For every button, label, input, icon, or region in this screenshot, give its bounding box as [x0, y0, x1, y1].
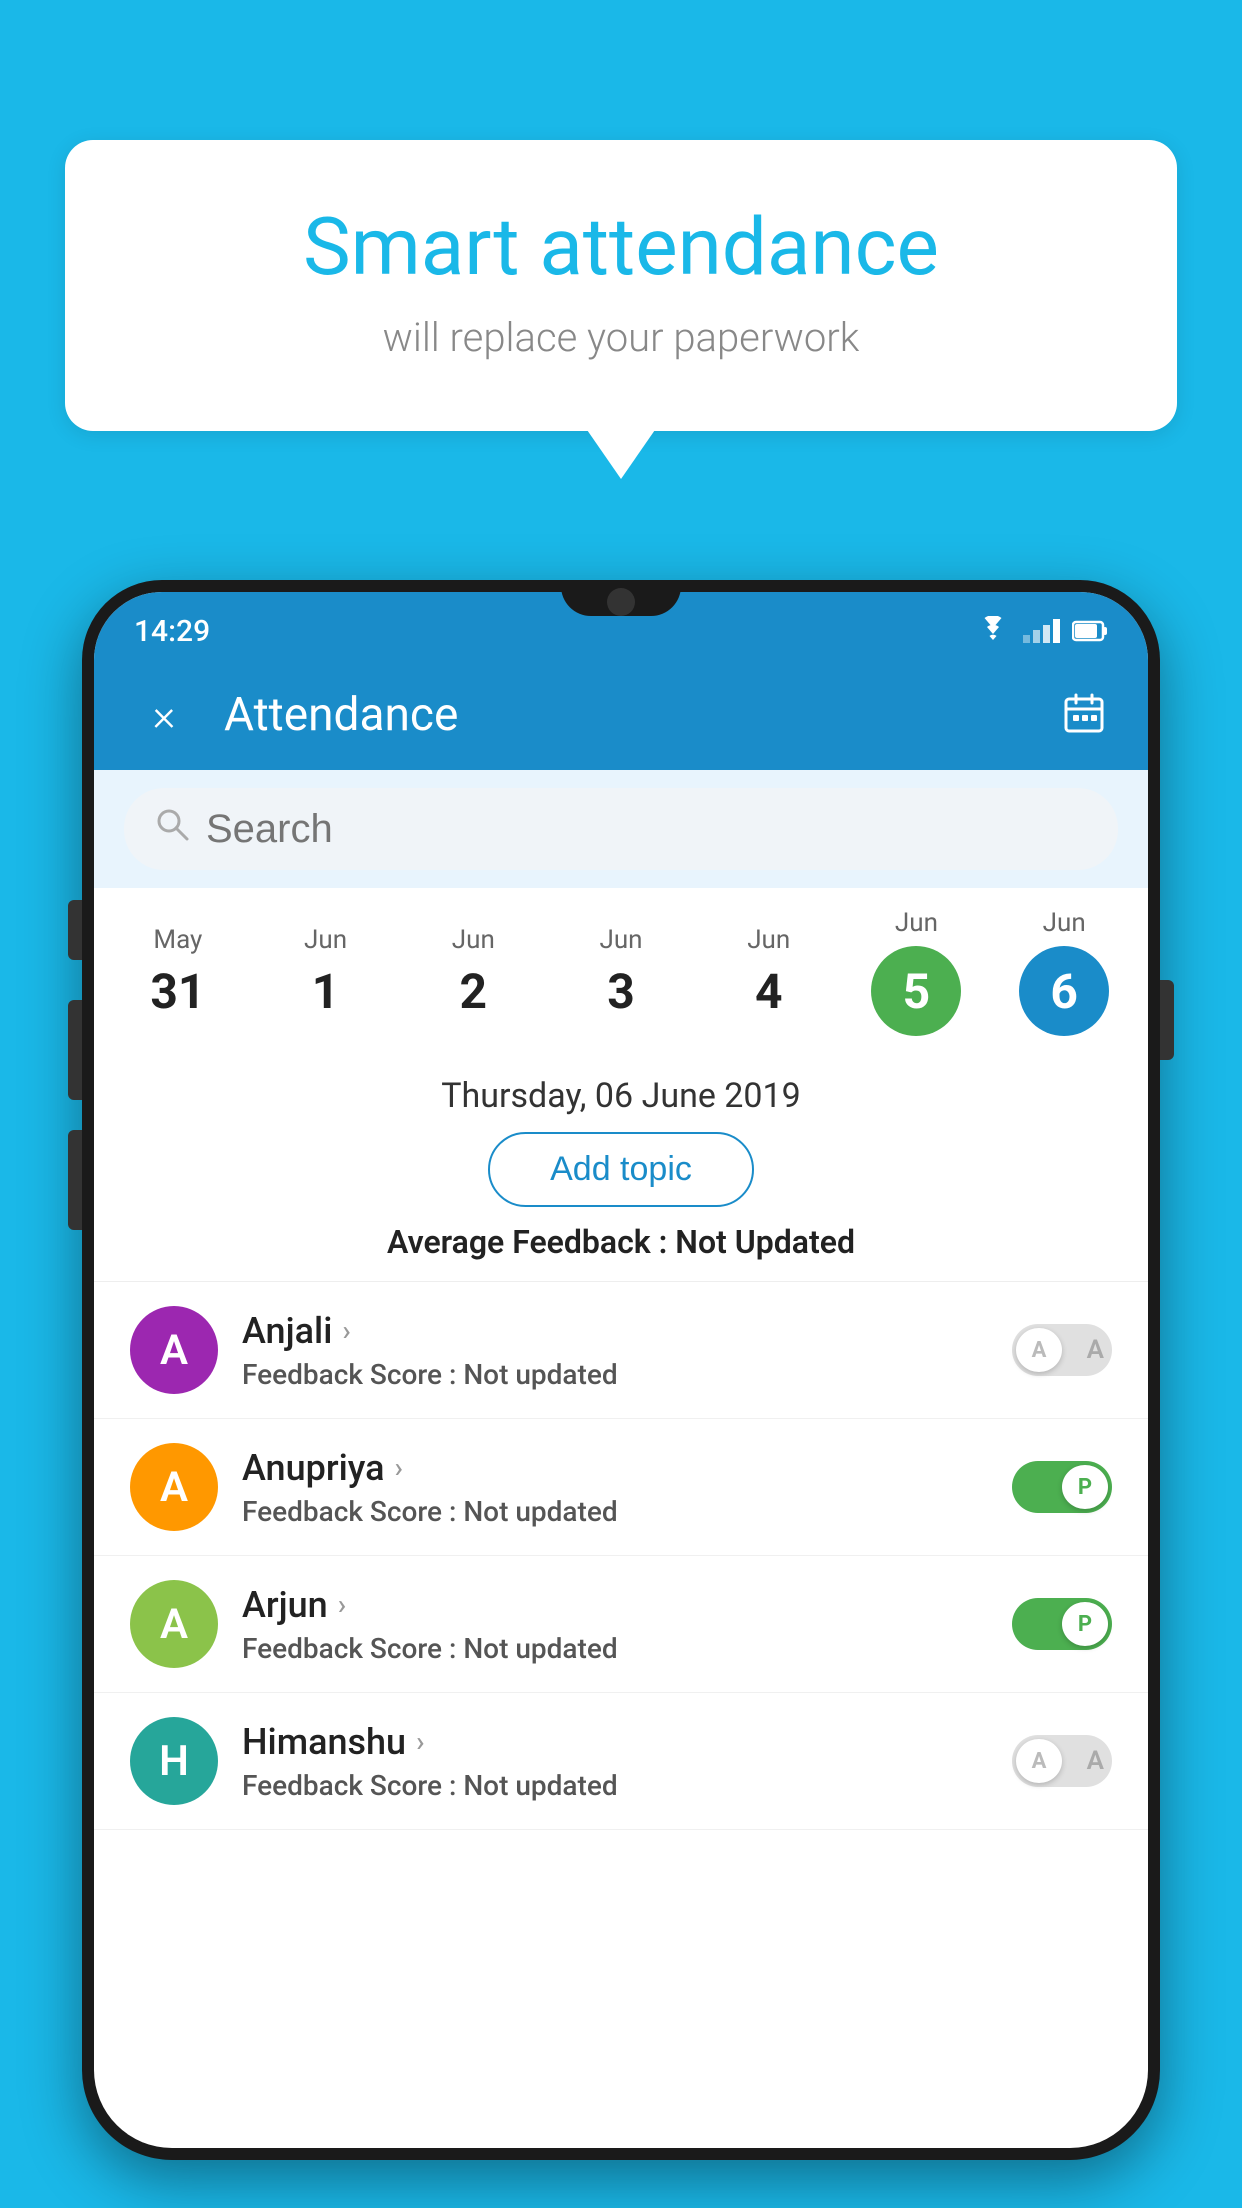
attendance-toggle-arjun[interactable]: P [1012, 1598, 1112, 1650]
student-info-anjali: Anjali › Feedback Score : Not updated [242, 1310, 996, 1391]
status-time: 14:29 [134, 614, 210, 649]
speech-bubble-container: Smart attendance will replace your paper… [65, 140, 1177, 431]
student-name-anupriya: Anupriya [242, 1447, 385, 1489]
student-name-himanshu: Himanshu [242, 1721, 406, 1763]
volume-down-button [68, 1000, 82, 1100]
app-bar: × Attendance [94, 660, 1148, 770]
date-selector: May 31 Jun 1 Jun 2 Jun 3 Jun 4 [94, 888, 1148, 1056]
front-camera [607, 588, 635, 616]
speech-bubble: Smart attendance will replace your paper… [65, 140, 1177, 431]
student-item-anupriya[interactable]: A Anupriya › Feedback Score : Not update… [94, 1419, 1148, 1556]
bubble-subtitle: will replace your paperwork [125, 314, 1117, 361]
content-area: Thursday, 06 June 2019 Add topic Average… [94, 1056, 1148, 1830]
wifi-icon [975, 616, 1011, 646]
avg-feedback: Average Feedback : Not Updated [94, 1223, 1148, 1281]
phone-notch [561, 580, 681, 616]
calendar-button[interactable] [1060, 689, 1108, 741]
chevron-icon: › [416, 1725, 424, 1758]
attendance-toggle-himanshu[interactable]: A A [1012, 1735, 1112, 1787]
selected-date: Thursday, 06 June 2019 [94, 1056, 1148, 1132]
student-item-himanshu[interactable]: H Himanshu › Feedback Score : Not update… [94, 1693, 1148, 1830]
student-info-anupriya: Anupriya › Feedback Score : Not updated [242, 1447, 996, 1528]
student-name-arjun: Arjun [242, 1584, 328, 1626]
phone-outer: 14:29 [82, 580, 1160, 2160]
student-info-himanshu: Himanshu › Feedback Score : Not updated [242, 1721, 996, 1802]
date-jun6[interactable]: Jun 6 [990, 908, 1138, 1036]
search-bar[interactable] [124, 788, 1118, 870]
search-icon [154, 806, 190, 852]
silent-button [68, 1130, 82, 1230]
chevron-icon: › [338, 1588, 346, 1621]
phone-frame: 14:29 [82, 580, 1160, 2208]
date-jun1[interactable]: Jun 1 [252, 925, 400, 1020]
chevron-icon: › [342, 1314, 350, 1347]
power-button [1160, 980, 1174, 1060]
student-feedback-anupriya: Feedback Score : Not updated [242, 1495, 996, 1528]
battery-icon [1072, 619, 1108, 643]
search-input[interactable] [206, 807, 1088, 852]
date-jun4[interactable]: Jun 4 [695, 925, 843, 1020]
phone-screen: 14:29 [94, 592, 1148, 2148]
student-item-arjun[interactable]: A Arjun › Feedback Score : Not updated [94, 1556, 1148, 1693]
app-title: Attendance [224, 688, 1060, 742]
chevron-icon: › [395, 1451, 403, 1484]
volume-up-button [68, 900, 82, 960]
attendance-toggle-anupriya[interactable]: P [1012, 1461, 1112, 1513]
bubble-title: Smart attendance [125, 200, 1117, 294]
add-topic-button[interactable]: Add topic [488, 1132, 754, 1207]
close-button[interactable]: × [134, 685, 194, 745]
date-jun2[interactable]: Jun 2 [399, 925, 547, 1020]
avatar-anjali: A [130, 1306, 218, 1394]
search-container [94, 770, 1148, 888]
student-item-anjali[interactable]: A Anjali › Feedback Score : Not updated [94, 1282, 1148, 1419]
student-feedback-arjun: Feedback Score : Not updated [242, 1632, 996, 1665]
date-may31[interactable]: May 31 [104, 925, 252, 1020]
student-info-arjun: Arjun › Feedback Score : Not updated [242, 1584, 996, 1665]
avatar-himanshu: H [130, 1717, 218, 1805]
avatar-anupriya: A [130, 1443, 218, 1531]
attendance-toggle-anjali[interactable]: A A [1012, 1324, 1112, 1376]
student-list: A Anjali › Feedback Score : Not updated [94, 1281, 1148, 1830]
signal-icon [1023, 619, 1060, 643]
date-jun5[interactable]: Jun 5 [843, 908, 991, 1036]
student-feedback-anjali: Feedback Score : Not updated [242, 1358, 996, 1391]
student-name-anjali: Anjali [242, 1310, 332, 1352]
student-feedback-himanshu: Feedback Score : Not updated [242, 1769, 996, 1802]
avatar-arjun: A [130, 1580, 218, 1668]
date-jun3[interactable]: Jun 3 [547, 925, 695, 1020]
status-icons [975, 616, 1108, 646]
